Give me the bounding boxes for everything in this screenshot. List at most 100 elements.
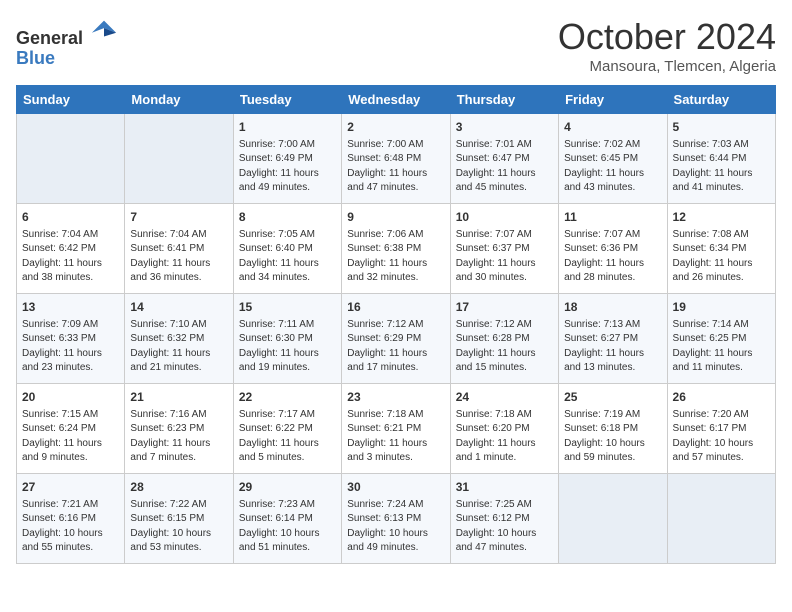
calendar-cell: 24 Sunrise: 7:18 AM Sunset: 6:20 PM Dayli… — [450, 384, 558, 474]
day-number: 21 — [130, 389, 227, 406]
calendar-cell: 20 Sunrise: 7:15 AM Sunset: 6:24 PM Dayli… — [17, 384, 125, 474]
calendar-week-row: 1Sunrise: 7:00 AM Sunset: 6:49 PM Daylig… — [17, 114, 776, 204]
calendar-cell: 28Sunrise: 7:22 AM Sunset: 6:15 PM Dayli… — [125, 474, 233, 564]
logo-line1: General — [16, 16, 118, 49]
day-number: 25 — [564, 389, 661, 406]
day-number: 3 — [456, 119, 553, 136]
day-number: 20 — [22, 389, 119, 406]
day-info: Sunrise: 7:03 AM Sunset: 6:44 PM Dayligh… — [673, 138, 770, 196]
calendar-cell: 11Sunrise: 7:07 AM Sunset: 6:36 PM Dayli… — [559, 204, 667, 294]
day-header-monday: Monday — [125, 86, 233, 114]
logo-general: General — [16, 28, 83, 48]
calendar-cell: 18 Sunrise: 7:13 AM Sunset: 6:27 PM Dayli… — [559, 294, 667, 384]
calendar-cell: 21 Sunrise: 7:16 AM Sunset: 6:23 PM Dayli… — [125, 384, 233, 474]
day-info: Sunrise: 7:20 AM Sunset: 6:17 PM Dayligh… — [673, 408, 770, 466]
calendar-week-row: 13 Sunrise: 7:09 AM Sunset: 6:33 PM Dayli… — [17, 294, 776, 384]
logo-blue: Blue — [16, 48, 55, 68]
day-info: Sunrise: 7:04 AM Sunset: 6:41 PM Dayligh… — [130, 228, 227, 286]
calendar-cell — [125, 114, 233, 204]
day-info: Sunrise: 7:21 AM Sunset: 6:16 PM Dayligh… — [22, 498, 119, 556]
day-info: Sunrise: 7:15 AM Sunset: 6:24 PM Dayligh… — [22, 408, 119, 466]
day-info: Sunrise: 7:10 AM Sunset: 6:32 PM Dayligh… — [130, 318, 227, 376]
day-info: Sunrise: 7:06 AM Sunset: 6:38 PM Dayligh… — [347, 228, 444, 286]
title-block: October 2024 Mansoura, Tlemcen, Algeria — [558, 16, 776, 75]
day-number: 8 — [239, 209, 336, 226]
calendar-cell: 5 Sunrise: 7:03 AM Sunset: 6:44 PM Daylig… — [667, 114, 775, 204]
calendar-table: SundayMondayTuesdayWednesdayThursdayFrid… — [16, 85, 776, 564]
day-number: 16 — [347, 299, 444, 316]
day-number: 29 — [239, 479, 336, 496]
day-info: Sunrise: 7:14 AM Sunset: 6:25 PM Dayligh… — [673, 318, 770, 376]
day-number: 26 — [673, 389, 770, 406]
calendar-cell: 29 Sunrise: 7:23 AM Sunset: 6:14 PM Dayli… — [233, 474, 341, 564]
calendar-cell: 23 Sunrise: 7:18 AM Sunset: 6:21 PM Dayli… — [342, 384, 450, 474]
day-info: Sunrise: 7:08 AM Sunset: 6:34 PM Dayligh… — [673, 228, 770, 286]
day-header-tuesday: Tuesday — [233, 86, 341, 114]
day-number: 2 — [347, 119, 444, 136]
day-number: 5 — [673, 119, 770, 136]
calendar-cell: 7 Sunrise: 7:04 AM Sunset: 6:41 PM Daylig… — [125, 204, 233, 294]
page-header: General Blue October 2024 Mansoura, Tlem… — [16, 16, 776, 75]
day-info: Sunrise: 7:00 AM Sunset: 6:48 PM Dayligh… — [347, 138, 444, 196]
day-info: Sunrise: 7:12 AM Sunset: 6:28 PM Dayligh… — [456, 318, 553, 376]
day-info: Sunrise: 7:24 AM Sunset: 6:13 PM Dayligh… — [347, 498, 444, 556]
day-number: 27 — [22, 479, 119, 496]
day-info: Sunrise: 7:02 AM Sunset: 6:45 PM Dayligh… — [564, 138, 661, 196]
calendar-cell: 30Sunrise: 7:24 AM Sunset: 6:13 PM Dayli… — [342, 474, 450, 564]
day-number: 9 — [347, 209, 444, 226]
location-title: Mansoura, Tlemcen, Algeria — [558, 58, 776, 75]
calendar-cell: 15Sunrise: 7:11 AM Sunset: 6:30 PM Dayli… — [233, 294, 341, 384]
logo-bird-icon — [90, 16, 118, 44]
day-number: 12 — [673, 209, 770, 226]
day-info: Sunrise: 7:19 AM Sunset: 6:18 PM Dayligh… — [564, 408, 661, 466]
day-number: 13 — [22, 299, 119, 316]
day-info: Sunrise: 7:05 AM Sunset: 6:40 PM Dayligh… — [239, 228, 336, 286]
day-info: Sunrise: 7:09 AM Sunset: 6:33 PM Dayligh… — [22, 318, 119, 376]
calendar-cell: 13 Sunrise: 7:09 AM Sunset: 6:33 PM Dayli… — [17, 294, 125, 384]
logo: General Blue — [16, 16, 118, 69]
calendar-cell: 31 Sunrise: 7:25 AM Sunset: 6:12 PM Dayli… — [450, 474, 558, 564]
month-title: October 2024 — [558, 16, 776, 58]
day-number: 18 — [564, 299, 661, 316]
day-info: Sunrise: 7:18 AM Sunset: 6:21 PM Dayligh… — [347, 408, 444, 466]
calendar-week-row: 27 Sunrise: 7:21 AM Sunset: 6:16 PM Dayli… — [17, 474, 776, 564]
calendar-cell: 1Sunrise: 7:00 AM Sunset: 6:49 PM Daylig… — [233, 114, 341, 204]
day-info: Sunrise: 7:23 AM Sunset: 6:14 PM Dayligh… — [239, 498, 336, 556]
day-info: Sunrise: 7:13 AM Sunset: 6:27 PM Dayligh… — [564, 318, 661, 376]
calendar-cell — [559, 474, 667, 564]
calendar-cell: 12 Sunrise: 7:08 AM Sunset: 6:34 PM Dayli… — [667, 204, 775, 294]
calendar-cell: 22Sunrise: 7:17 AM Sunset: 6:22 PM Dayli… — [233, 384, 341, 474]
day-number: 7 — [130, 209, 227, 226]
day-info: Sunrise: 7:01 AM Sunset: 6:47 PM Dayligh… — [456, 138, 553, 196]
day-number: 15 — [239, 299, 336, 316]
calendar-cell: 17Sunrise: 7:12 AM Sunset: 6:28 PM Dayli… — [450, 294, 558, 384]
day-number: 4 — [564, 119, 661, 136]
day-number: 24 — [456, 389, 553, 406]
calendar-cell: 27 Sunrise: 7:21 AM Sunset: 6:16 PM Dayli… — [17, 474, 125, 564]
day-info: Sunrise: 7:25 AM Sunset: 6:12 PM Dayligh… — [456, 498, 553, 556]
day-header-saturday: Saturday — [667, 86, 775, 114]
day-info: Sunrise: 7:16 AM Sunset: 6:23 PM Dayligh… — [130, 408, 227, 466]
day-info: Sunrise: 7:18 AM Sunset: 6:20 PM Dayligh… — [456, 408, 553, 466]
day-number: 19 — [673, 299, 770, 316]
day-header-wednesday: Wednesday — [342, 86, 450, 114]
day-number: 10 — [456, 209, 553, 226]
day-info: Sunrise: 7:12 AM Sunset: 6:29 PM Dayligh… — [347, 318, 444, 376]
calendar-header-row: SundayMondayTuesdayWednesdayThursdayFrid… — [17, 86, 776, 114]
calendar-cell: 2 Sunrise: 7:00 AM Sunset: 6:48 PM Daylig… — [342, 114, 450, 204]
calendar-cell: 26 Sunrise: 7:20 AM Sunset: 6:17 PM Dayli… — [667, 384, 775, 474]
calendar-cell: 9 Sunrise: 7:06 AM Sunset: 6:38 PM Daylig… — [342, 204, 450, 294]
calendar-cell: 16 Sunrise: 7:12 AM Sunset: 6:29 PM Dayli… — [342, 294, 450, 384]
day-header-friday: Friday — [559, 86, 667, 114]
calendar-cell: 6Sunrise: 7:04 AM Sunset: 6:42 PM Daylig… — [17, 204, 125, 294]
day-info: Sunrise: 7:22 AM Sunset: 6:15 PM Dayligh… — [130, 498, 227, 556]
day-number: 23 — [347, 389, 444, 406]
day-number: 1 — [239, 119, 336, 136]
day-info: Sunrise: 7:07 AM Sunset: 6:37 PM Dayligh… — [456, 228, 553, 286]
calendar-cell: 25 Sunrise: 7:19 AM Sunset: 6:18 PM Dayli… — [559, 384, 667, 474]
calendar-week-row: 6Sunrise: 7:04 AM Sunset: 6:42 PM Daylig… — [17, 204, 776, 294]
day-header-sunday: Sunday — [17, 86, 125, 114]
day-info: Sunrise: 7:04 AM Sunset: 6:42 PM Dayligh… — [22, 228, 119, 286]
day-number: 11 — [564, 209, 661, 226]
day-number: 31 — [456, 479, 553, 496]
